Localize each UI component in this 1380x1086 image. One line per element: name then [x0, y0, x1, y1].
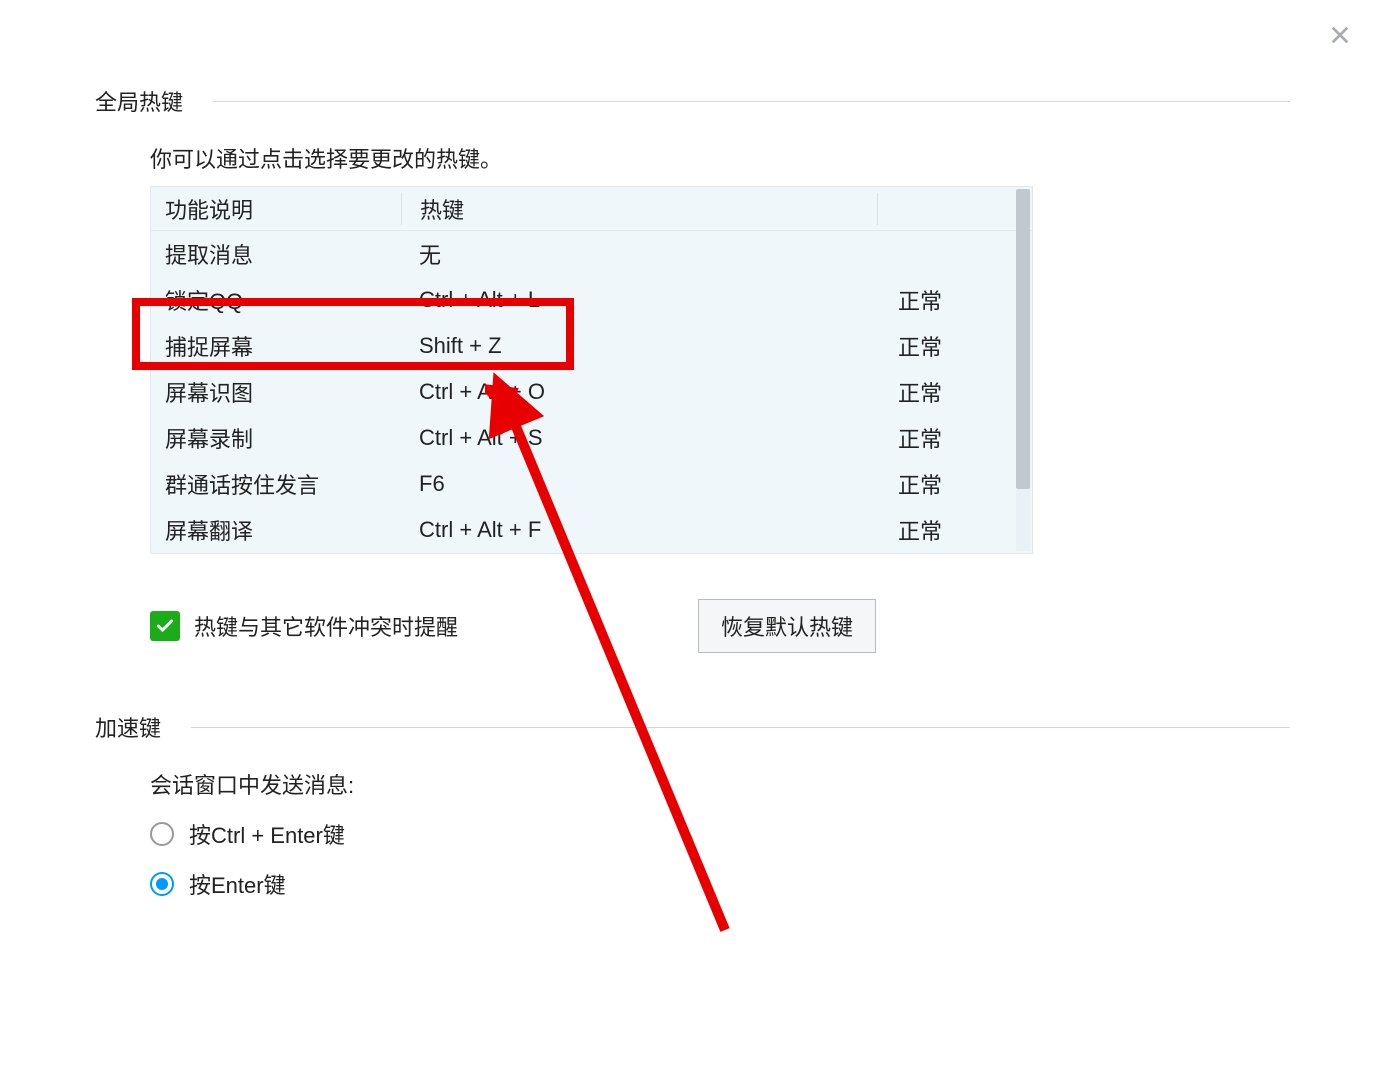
row-hotkey: Ctrl + Alt + L [401, 287, 876, 313]
row-status: 正常 [876, 514, 1032, 546]
row-hotkey: Ctrl + Alt + O [401, 379, 876, 405]
hotkey-table: 功能说明 热键 提取消息 无 锁定QQ Ctrl + Alt + L 正常 捕捉… [150, 186, 1033, 554]
row-function: 屏幕翻译 [151, 514, 401, 546]
global-hotkeys-header: 全局热键 [95, 85, 1290, 117]
row-status: 正常 [876, 468, 1032, 500]
table-row[interactable]: 锁定QQ Ctrl + Alt + L 正常 [151, 277, 1032, 323]
row-function: 提取消息 [151, 238, 401, 270]
table-row[interactable]: 屏幕翻译 Ctrl + Alt + F 正常 [151, 507, 1032, 553]
row-hotkey: Ctrl + Alt + F [401, 517, 876, 543]
column-divider [877, 193, 878, 225]
radio-label: 按Enter键 [189, 868, 286, 900]
row-function: 锁定QQ [151, 284, 401, 316]
table-row[interactable]: 屏幕识图 Ctrl + Alt + O 正常 [151, 369, 1032, 415]
row-hotkey: F6 [401, 471, 876, 497]
global-hotkeys-title: 全局热键 [95, 85, 183, 117]
column-hotkey-header: 热键 [402, 193, 877, 225]
send-message-subtitle: 会话窗口中发送消息: [150, 768, 1290, 800]
accelerator-title: 加速键 [95, 711, 161, 743]
close-button[interactable] [1325, 20, 1355, 50]
row-function: 群通话按住发言 [151, 468, 401, 500]
conflict-checkbox-label: 热键与其它软件冲突时提醒 [194, 610, 458, 642]
scrollbar-thumb[interactable] [1016, 189, 1030, 489]
row-hotkey: Ctrl + Alt + S [401, 425, 876, 451]
close-icon [1329, 24, 1351, 46]
column-function-header: 功能说明 [151, 193, 401, 225]
row-function: 屏幕录制 [151, 422, 401, 454]
check-icon [155, 616, 175, 636]
row-function: 捕捉屏幕 [151, 330, 401, 362]
row-status: 正常 [876, 422, 1032, 454]
table-row[interactable]: 屏幕录制 Ctrl + Alt + S 正常 [151, 415, 1032, 461]
conflict-checkbox[interactable] [150, 611, 180, 641]
table-row[interactable]: 捕捉屏幕 Shift + Z 正常 [151, 323, 1032, 369]
table-header: 功能说明 热键 [151, 187, 1032, 231]
accelerator-header: 加速键 [95, 711, 1290, 743]
table-row[interactable]: 提取消息 无 [151, 231, 1032, 277]
hotkey-instruction: 你可以通过点击选择要更改的热键。 [150, 142, 1290, 174]
row-status: 正常 [876, 330, 1032, 362]
radio-option-ctrl-enter[interactable]: 按Ctrl + Enter键 [150, 818, 1290, 850]
radio-option-enter[interactable]: 按Enter键 [150, 868, 1290, 900]
divider-line [213, 101, 1290, 102]
radio-button[interactable] [150, 822, 174, 846]
row-hotkey: Shift + Z [401, 333, 876, 359]
row-status: 正常 [876, 376, 1032, 408]
table-row[interactable]: 群通话按住发言 F6 正常 [151, 461, 1032, 507]
conflict-checkbox-wrap[interactable]: 热键与其它软件冲突时提醒 [150, 610, 458, 642]
radio-button[interactable] [150, 872, 174, 896]
divider-line [191, 727, 1290, 728]
row-status: 正常 [876, 284, 1032, 316]
radio-label: 按Ctrl + Enter键 [189, 818, 345, 850]
row-hotkey: 无 [401, 238, 876, 270]
restore-default-button[interactable]: 恢复默认热键 [698, 599, 876, 653]
row-function: 屏幕识图 [151, 376, 401, 408]
